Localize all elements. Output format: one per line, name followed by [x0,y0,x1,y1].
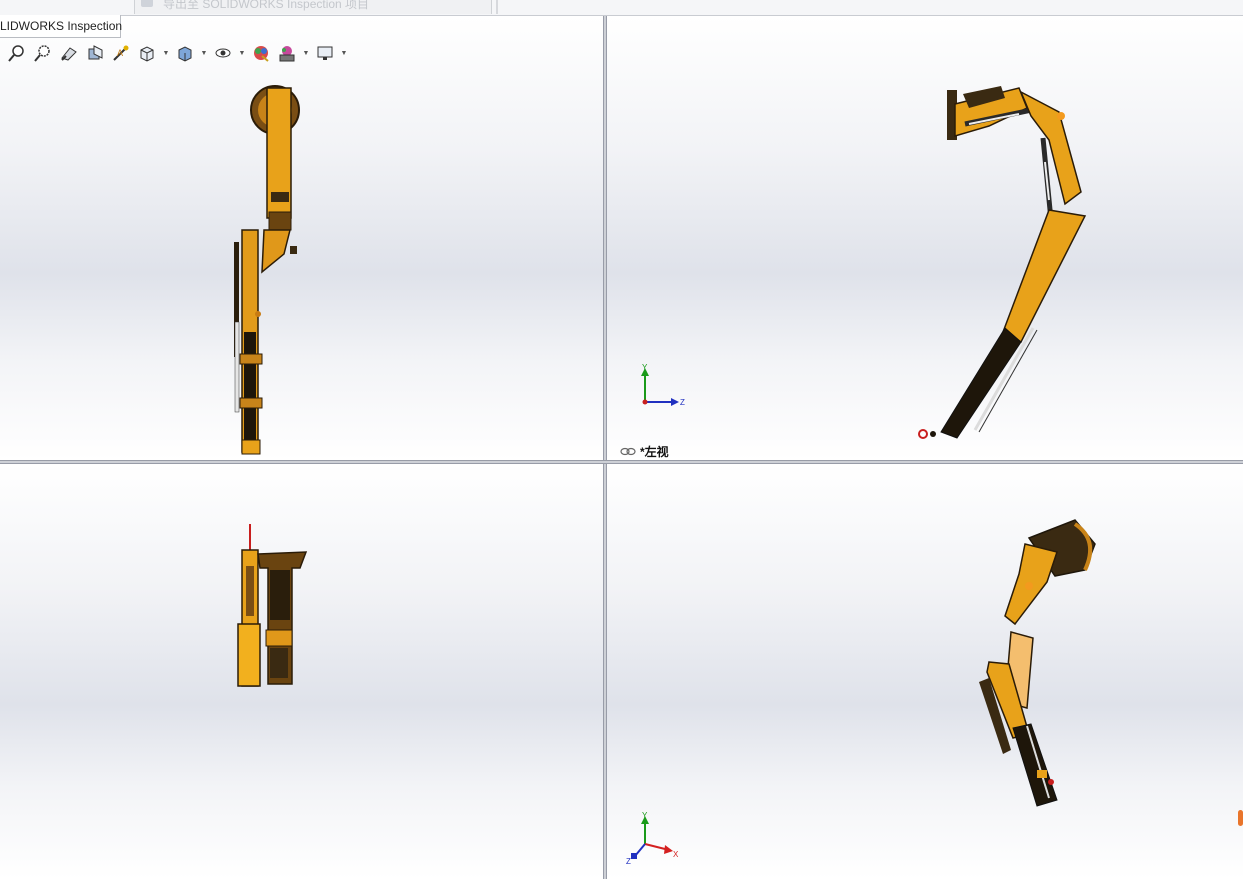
model-front-view[interactable] [224,520,314,692]
document-tab-bar: 导出至 SOLIDWORKS Inspection 项目 [0,0,1243,16]
dynamic-annotation-views-icon[interactable]: A [110,42,132,64]
triad-y-label: Y [642,363,648,372]
apply-scene-icon[interactable] [276,42,298,64]
triad-z-label: Z [626,857,631,866]
axis-triad: Y Z [641,363,685,407]
export-inspection-tab[interactable]: 导出至 SOLIDWORKS Inspection 项目 [134,0,492,14]
viewport-top-left[interactable] [0,16,603,460]
export-inspection-tab-label: 导出至 SOLIDWORKS Inspection 项目 [163,0,370,11]
link-views-icon[interactable] [620,447,636,456]
svg-text:A: A [117,48,123,58]
model-top-view[interactable] [222,82,312,460]
triad-z-label: Z [680,398,685,407]
inspection-tab[interactable]: LIDWORKS Inspection [0,15,123,38]
axis-triad: Y X Z [626,811,679,866]
viewport-vertical-splitter[interactable] [603,16,607,879]
view-name-text: *左视 [640,445,669,459]
chevron-down-icon[interactable]: ▼ [340,42,348,64]
model-left-view[interactable] [909,80,1099,460]
zoom-to-area-icon[interactable] [32,42,54,64]
heads-up-view-toolbar: A ▼ ▼ ▼ ▼ ▼ [6,42,348,64]
chevron-down-icon[interactable]: ▼ [302,42,310,64]
view-orientation-icon[interactable] [136,42,158,64]
display-style-icon[interactable] [174,42,196,64]
model-isometric-view[interactable] [967,512,1107,812]
inspection-project-icon [141,0,153,7]
zoom-to-fit-icon[interactable] [6,42,28,64]
viewport-horizontal-splitter[interactable] [0,460,1243,464]
edit-appearance-icon[interactable] [250,42,272,64]
tab-divider [496,0,498,14]
view-orientation-label: *左视 [620,443,669,460]
chevron-down-icon[interactable]: ▼ [200,42,208,64]
triad-x-label: X [673,850,679,859]
view-settings-icon[interactable] [314,42,336,64]
previous-view-icon[interactable] [58,42,80,64]
viewport-top-right[interactable]: Y Z [607,16,1243,460]
chevron-down-icon[interactable]: ▼ [238,42,246,64]
inspection-tab-label: LIDWORKS Inspection [0,19,123,33]
section-view-icon[interactable] [84,42,106,64]
orientation-marker-icon [1238,810,1243,826]
viewport-bottom-left[interactable] [0,464,603,879]
triad-y-label: Y [642,811,648,820]
chevron-down-icon[interactable]: ▼ [162,42,170,64]
viewport-bottom-right[interactable]: Y X Z [607,464,1243,879]
hide-show-items-icon[interactable] [212,42,234,64]
